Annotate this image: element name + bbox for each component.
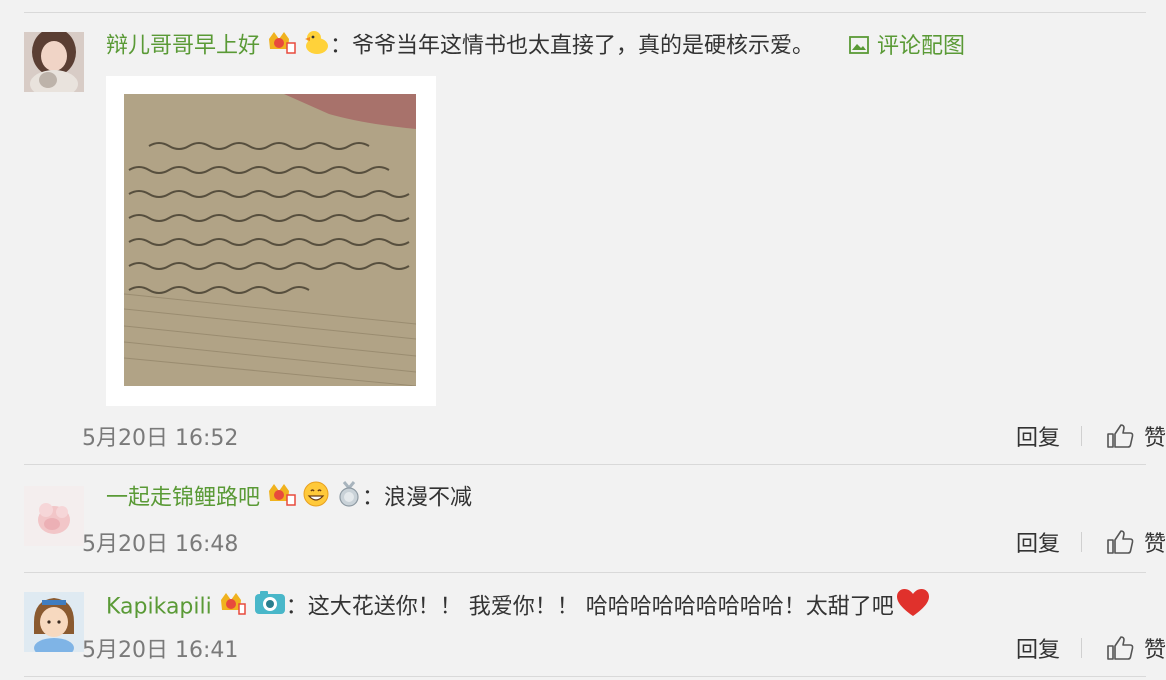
handwritten-letter-photo <box>124 94 416 386</box>
comment-text: 这大花送你！！ 我爱你！！ 哈哈哈哈哈哈哈哈哈！太甜了吧 <box>307 594 894 620</box>
comment-meta: 5月20日 16:48 回复 赞 <box>82 526 1166 558</box>
like-label: 赞 <box>1143 532 1166 557</box>
comment-meta: 5月20日 16:41 回复 赞 <box>82 632 1166 664</box>
avatar[interactable] <box>24 486 84 546</box>
grin-icon <box>302 480 330 517</box>
image-icon <box>849 35 869 54</box>
meta-separator <box>1081 426 1082 446</box>
silver-medal-icon <box>336 480 362 517</box>
comment-divider <box>24 676 1146 677</box>
like-button[interactable]: 赞 <box>1106 420 1166 452</box>
camera-icon <box>254 590 286 625</box>
colon: ： <box>330 33 353 59</box>
comment-divider <box>24 572 1146 573</box>
comment-meta: 5月20日 16:52 回复 赞 <box>82 420 1166 452</box>
like-button[interactable]: 赞 <box>1106 526 1166 558</box>
comment-image-link[interactable]: 评论配图 <box>842 34 965 59</box>
reply-button[interactable]: 回复 <box>1016 526 1060 558</box>
avatar[interactable] <box>24 592 84 652</box>
thumbs-up-icon <box>1107 530 1134 554</box>
like-button[interactable]: 赞 <box>1106 632 1166 664</box>
avatar[interactable] <box>24 32 84 92</box>
colon: ： <box>285 594 308 620</box>
attachment-label: 评论配图 <box>877 33 966 59</box>
vip-crown-icon <box>266 29 296 64</box>
top-divider <box>24 12 1146 13</box>
duck-icon <box>302 28 330 65</box>
meta-separator <box>1081 532 1082 552</box>
comment-image[interactable] <box>106 76 436 406</box>
timestamp: 5月20日 16:48 <box>82 532 239 557</box>
colon: ： <box>362 485 385 511</box>
thumbs-up-icon <box>1107 636 1134 660</box>
vip-crown-icon <box>266 481 296 516</box>
comment-text: 爷爷当年这情书也太直接了，真的是硬核示爱。 <box>352 33 815 59</box>
reply-button[interactable]: 回复 <box>1016 632 1060 664</box>
username-link[interactable]: Kapikapili <box>106 595 212 620</box>
heart-icon <box>896 588 930 627</box>
timestamp: 5月20日 16:52 <box>82 426 239 451</box>
comment-divider <box>24 464 1146 465</box>
timestamp: 5月20日 16:41 <box>82 638 239 663</box>
comment-text: 浪漫不减 <box>384 485 473 511</box>
vip-crown-icon <box>218 590 248 625</box>
comment-item: 辩儿哥哥早上好 ：爷爷当年这情书也太直接了，真的是硬核示爱。 评论配图 <box>24 24 1146 444</box>
like-label: 赞 <box>1143 638 1166 663</box>
meta-separator <box>1081 638 1082 658</box>
thumbs-up-icon <box>1107 424 1134 448</box>
like-label: 赞 <box>1143 426 1166 451</box>
reply-button[interactable]: 回复 <box>1016 420 1060 452</box>
username-link[interactable]: 一起走锦鲤路吧 <box>106 486 260 511</box>
username-link[interactable]: 辩儿哥哥早上好 <box>106 34 260 59</box>
